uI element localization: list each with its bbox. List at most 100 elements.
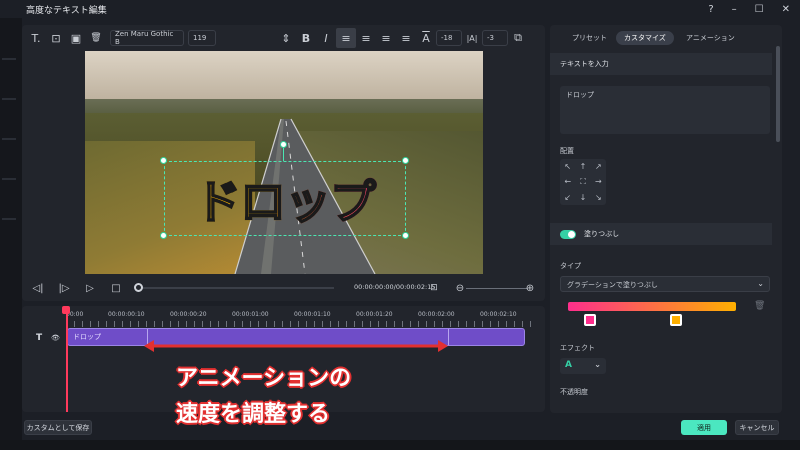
paragraph-spacing-icon[interactable]: ⇕: [276, 28, 296, 48]
save-custom-button[interactable]: カスタムとして保存: [24, 420, 92, 435]
text-box-icon[interactable]: ⊡: [46, 28, 66, 48]
resize-handle-top-right[interactable]: [402, 157, 409, 164]
delete-icon[interactable]: 🗑: [86, 28, 106, 48]
chevron-down-icon: ⌄: [757, 279, 764, 288]
align-right-button[interactable]: ≡: [376, 28, 396, 48]
tab-preset[interactable]: プリセット: [564, 31, 615, 45]
justify-button[interactable]: ≡: [396, 28, 416, 48]
fill-toggle-label: 塗りつぶし: [584, 230, 620, 238]
zoom-in-icon[interactable]: ⊕: [522, 280, 538, 296]
ruler-label: 00:00:02:00: [418, 311, 455, 318]
properties-panel: プリセット カスタマイズ アニメーション テキストを入力 ドロップ 配置 ↖ ↑…: [550, 25, 782, 413]
type-label: タイプ: [560, 262, 581, 270]
annotation-line-2: 速度を調整する: [176, 402, 331, 427]
char-spacing-input[interactable]: -18: [436, 30, 462, 46]
effect-value: A: [565, 360, 572, 370]
line-spacing-input[interactable]: -3: [482, 30, 508, 46]
tab-animation[interactable]: アニメーション: [678, 31, 743, 45]
layer-icon[interactable]: ⧉: [508, 28, 528, 48]
video-preview[interactable]: ドロップ: [85, 51, 483, 274]
align-top-left-icon[interactable]: ↖: [560, 162, 575, 171]
preview-title-text[interactable]: ドロップ: [164, 161, 406, 236]
ruler-label: 00:00:00:20: [170, 311, 207, 318]
title-bar: 高度なテキスト編集 ? – ☐ ✕: [0, 0, 800, 18]
align-right-icon[interactable]: →: [591, 177, 606, 186]
apply-button[interactable]: 適用: [681, 420, 727, 435]
editor-panel: T. ⊡ ▣ 🗑 Zen Maru Gothic B 119 ⇕ B I ≡ ≡…: [22, 25, 545, 301]
fit-screen-icon[interactable]: ⊡: [426, 280, 442, 296]
align-left-icon[interactable]: ←: [560, 177, 575, 186]
timecode: 00:00:00:00/00:00:02:15: [354, 283, 436, 291]
help-icon[interactable]: ?: [708, 4, 713, 15]
playhead[interactable]: [66, 306, 68, 412]
ruler-label: 00:00:01:10: [294, 311, 331, 318]
fill-section-header: 塗りつぶし: [550, 223, 772, 245]
double-arrow-annotation: [144, 340, 448, 352]
align-bottom-right-icon[interactable]: ↘: [591, 193, 606, 202]
playback-bar: ◁| |▷ ▷ □ 00:00:00:00/00:00:02:15 ⊡ ⊖ ⊕: [22, 277, 545, 299]
font-size-value: 119: [193, 34, 207, 42]
fill-type-value: グラデーションで塗りつぶし: [567, 281, 658, 289]
align-center-icon[interactable]: ⛶: [575, 177, 590, 187]
delete-stop-icon[interactable]: 🗑: [754, 301, 765, 311]
resize-handle-bottom-left[interactable]: [160, 232, 167, 239]
gradient-bar[interactable]: [568, 302, 736, 311]
minimize-icon[interactable]: –: [732, 4, 737, 15]
annotation-line-1: アニメーションの: [176, 366, 352, 391]
ruler-label: 00:00:01:20: [356, 311, 393, 318]
fill-toggle[interactable]: [560, 230, 576, 239]
rotate-handle[interactable]: [280, 141, 287, 148]
align-left-button[interactable]: ≡: [336, 28, 356, 48]
scrub-knob[interactable]: [134, 283, 143, 292]
line-spacing-value: -3: [487, 34, 494, 42]
maximize-icon[interactable]: ☐: [755, 4, 764, 15]
stop-button[interactable]: □: [108, 280, 124, 296]
close-icon[interactable]: ✕: [782, 4, 790, 15]
ruler-label: 00:00:02:10: [480, 311, 517, 318]
align-bottom-left-icon[interactable]: ↙: [560, 193, 575, 202]
text-tool-icon[interactable]: T.: [26, 28, 46, 48]
ruler-ticks[interactable]: [66, 321, 536, 327]
line-spacing-icon: |A|: [466, 33, 478, 43]
chevron-down-icon: ⌄: [594, 360, 601, 369]
next-frame-button[interactable]: |▷: [56, 280, 72, 296]
scrub-track[interactable]: [138, 287, 334, 289]
align-top-icon[interactable]: ↑: [575, 162, 590, 171]
property-tabs: プリセット カスタマイズ アニメーション: [550, 31, 782, 45]
font-family-select[interactable]: Zen Maru Gothic B: [110, 30, 184, 46]
prev-frame-button[interactable]: ◁|: [30, 280, 46, 296]
font-size-select[interactable]: 119: [188, 30, 216, 46]
text-input-field[interactable]: ドロップ: [560, 86, 770, 134]
background-app-strip: [0, 18, 22, 450]
char-spacing-value: -18: [441, 34, 453, 42]
visibility-icon[interactable]: 👁: [51, 334, 60, 342]
cancel-button[interactable]: キャンセル: [735, 420, 779, 435]
bottom-strip: [0, 440, 800, 450]
gradient-stop-end[interactable]: [670, 314, 682, 326]
alignment-label: 配置: [560, 147, 574, 155]
bold-button[interactable]: B: [296, 28, 316, 48]
properties-scrollbar[interactable]: [776, 46, 780, 142]
ruler-label: 00:00:00:10: [108, 311, 145, 318]
zoom-slider[interactable]: [466, 288, 528, 289]
char-spacing-icon: A: [422, 31, 430, 45]
resize-handle-bottom-right[interactable]: [402, 232, 409, 239]
italic-button[interactable]: I: [316, 28, 336, 48]
align-center-button[interactable]: ≡: [356, 28, 376, 48]
image-icon[interactable]: ▣: [66, 28, 86, 48]
align-top-right-icon[interactable]: ↗: [591, 162, 606, 171]
text-editor-window: 高度なテキスト編集 ? – ☐ ✕ T. ⊡ ▣ 🗑 Zen Maru Goth…: [0, 0, 800, 450]
ruler-label: 00:00:01:00: [232, 311, 269, 318]
resize-handle-top-left[interactable]: [160, 157, 167, 164]
fill-type-select[interactable]: グラデーションで塗りつぶし ⌄: [560, 276, 770, 292]
opacity-label: 不透明度: [560, 388, 588, 396]
effect-select[interactable]: A ⌄: [560, 358, 606, 374]
tab-customize[interactable]: カスタマイズ: [616, 31, 674, 45]
align-bottom-icon[interactable]: ↓: [575, 193, 590, 202]
playhead-handle[interactable]: [62, 306, 70, 314]
effect-label: エフェクト: [560, 344, 595, 352]
text-input-header: テキストを入力: [550, 53, 772, 75]
play-button[interactable]: ▷: [82, 280, 98, 296]
font-family-value: Zen Maru Gothic B: [115, 30, 174, 46]
gradient-stop-start[interactable]: [584, 314, 596, 326]
